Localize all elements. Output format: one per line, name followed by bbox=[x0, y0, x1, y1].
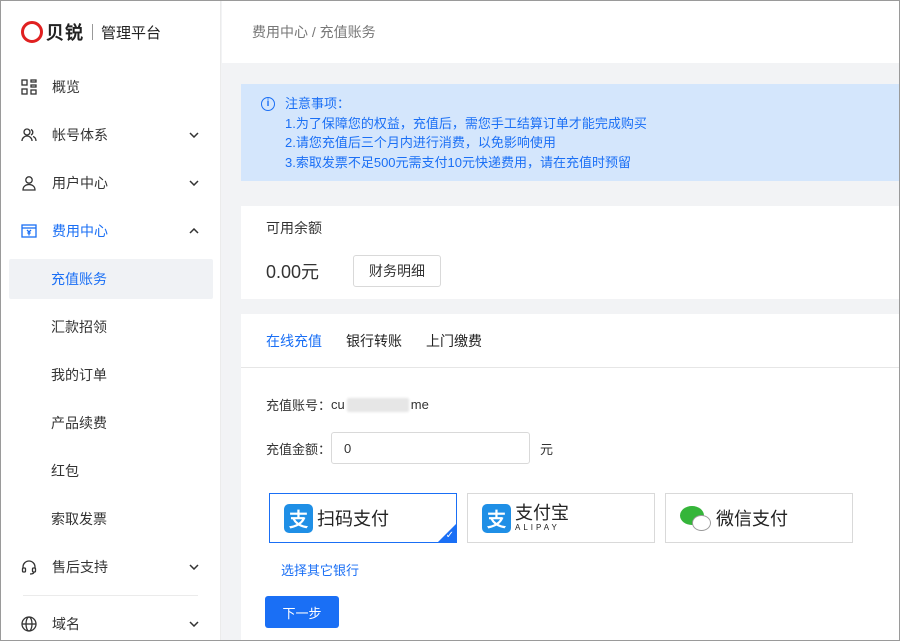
other-bank-link[interactable]: 选择其它银行 bbox=[241, 560, 899, 579]
chevron-up-icon bbox=[188, 225, 200, 237]
sidebar-subitem-recharge[interactable]: 充值账务 bbox=[9, 259, 213, 299]
alipay-logo-icon: 支 bbox=[284, 503, 313, 533]
payment-methods: 支 扫码支付 ✓ 支 支付宝 ALIPAY 微信支付 bbox=[241, 493, 899, 543]
tab-online-recharge[interactable]: 在线充值 bbox=[266, 314, 322, 368]
chevron-down-icon bbox=[188, 561, 200, 573]
sidebar-nav: 概览 帐号体系 用户中心 费用中心 充值账务 汇款招领 我的订单 产品续费 红包… bbox=[1, 63, 220, 640]
notice-title: 注意事项： bbox=[285, 96, 351, 111]
account-label: 充值账号： bbox=[266, 398, 332, 413]
sidebar-item-user-center[interactable]: 用户中心 bbox=[1, 159, 220, 207]
sidebar-item-label: 概览 bbox=[52, 79, 80, 95]
breadcrumb: 费用中心 / 充值账务 bbox=[222, 1, 899, 63]
pay-option-sublabel: ALIPAY bbox=[515, 523, 560, 532]
notice-line: 2.请您充值后三个月内进行消费，以免影响使用 bbox=[285, 135, 556, 150]
brand-logo-icon bbox=[21, 21, 43, 43]
financial-details-button[interactable]: 财务明细 bbox=[353, 255, 441, 287]
headset-icon bbox=[21, 559, 37, 575]
amount-label: 充值金额： bbox=[266, 441, 332, 457]
yen-card-icon bbox=[21, 223, 37, 239]
amount-input[interactable] bbox=[331, 432, 531, 464]
balance-amount: 0.00元 bbox=[266, 262, 320, 282]
sidebar-divider bbox=[23, 595, 198, 596]
pay-option-scan[interactable]: 支 扫码支付 ✓ bbox=[269, 493, 457, 543]
pay-option-label: 扫码支付 bbox=[317, 509, 389, 529]
sidebar-item-domain[interactable]: 域名 bbox=[1, 600, 220, 640]
pay-option-wechat[interactable]: 微信支付 bbox=[665, 493, 853, 543]
check-icon: ✓ bbox=[445, 530, 454, 541]
globe-icon bbox=[21, 616, 37, 632]
info-icon: i bbox=[261, 96, 275, 111]
user-icon bbox=[21, 175, 37, 191]
account-row: 充值账号： cu me bbox=[241, 395, 899, 414]
balance-title: 可用余额 bbox=[266, 220, 322, 236]
brand-name: 贝锐 bbox=[46, 23, 84, 43]
grid-icon bbox=[21, 79, 37, 95]
sidebar-subitem-invoice[interactable]: 索取发票 bbox=[1, 495, 220, 543]
amount-unit: 元 bbox=[540, 441, 554, 457]
sidebar-item-label: 帐号体系 bbox=[52, 127, 108, 143]
sidebar-item-support[interactable]: 售后支持 bbox=[1, 543, 220, 591]
wechat-logo-icon bbox=[680, 504, 712, 533]
app-window: 贝锐 管理平台 概览 帐号体系 用户中心 费用中心 充值账务 汇款招领 我的订单… bbox=[0, 0, 900, 641]
chevron-down-icon bbox=[188, 618, 200, 630]
sidebar-subitem-red-packet[interactable]: 红包 bbox=[1, 447, 220, 495]
sidebar-item-label: 费用中心 bbox=[52, 223, 108, 239]
pay-option-label: 支付宝 bbox=[515, 503, 569, 523]
sidebar-subitem-renewal[interactable]: 产品续费 bbox=[1, 399, 220, 447]
next-step-button[interactable]: 下一步 bbox=[265, 596, 339, 628]
notice-banner: i 注意事项： 1.为了保障您的权益，充值后，需您手工结算订单才能完成购买 2.… bbox=[241, 84, 899, 181]
logo-divider bbox=[92, 24, 93, 40]
tab-bank-transfer[interactable]: 银行转账 bbox=[346, 314, 402, 368]
sidebar-item-accounts[interactable]: 帐号体系 bbox=[1, 111, 220, 159]
account-suffix: me bbox=[410, 397, 429, 412]
recharge-card: 在线充值 银行转账 上门缴费 充值账号： cu me 充值金额： 元 支 扫码支… bbox=[241, 314, 899, 640]
users-icon bbox=[21, 127, 37, 143]
account-prefix: cu bbox=[331, 397, 345, 412]
recharge-tabs: 在线充值 银行转账 上门缴费 bbox=[241, 314, 899, 368]
notice-line: 3.索取发票不足500元需支付10元快递费用，请在充值时预留 bbox=[285, 154, 631, 170]
chevron-down-icon bbox=[188, 129, 200, 141]
pay-option-alipay[interactable]: 支 支付宝 ALIPAY bbox=[467, 493, 655, 543]
sidebar: 贝锐 管理平台 概览 帐号体系 用户中心 费用中心 充值账务 汇款招领 我的订单… bbox=[1, 1, 221, 640]
tab-onsite-payment[interactable]: 上门缴费 bbox=[426, 314, 482, 368]
account-masked bbox=[346, 397, 409, 412]
pay-option-label: 微信支付 bbox=[716, 509, 788, 529]
sidebar-item-label: 用户中心 bbox=[52, 175, 108, 191]
sidebar-item-overview[interactable]: 概览 bbox=[1, 63, 220, 111]
balance-card: 可用余额 0.00元 财务明细 bbox=[241, 206, 899, 299]
amount-row: 充值金额： 元 bbox=[241, 432, 899, 464]
chevron-down-icon bbox=[188, 177, 200, 189]
brand-subtitle: 管理平台 bbox=[101, 24, 162, 42]
sidebar-item-label: 售后支持 bbox=[52, 559, 108, 575]
sidebar-subitem-remittance-claim[interactable]: 汇款招领 bbox=[1, 303, 220, 351]
sidebar-item-label: 域名 bbox=[52, 616, 80, 632]
breadcrumb-text: 费用中心 / 充值账务 bbox=[252, 24, 376, 40]
sidebar-item-billing[interactable]: 费用中心 bbox=[1, 207, 220, 255]
notice-line: 1.为了保障您的权益，充值后，需您手工结算订单才能完成购买 bbox=[285, 115, 647, 131]
logo: 贝锐 管理平台 bbox=[1, 1, 220, 63]
sidebar-subitem-my-orders[interactable]: 我的订单 bbox=[1, 351, 220, 399]
alipay-logo-icon: 支 bbox=[482, 503, 511, 533]
